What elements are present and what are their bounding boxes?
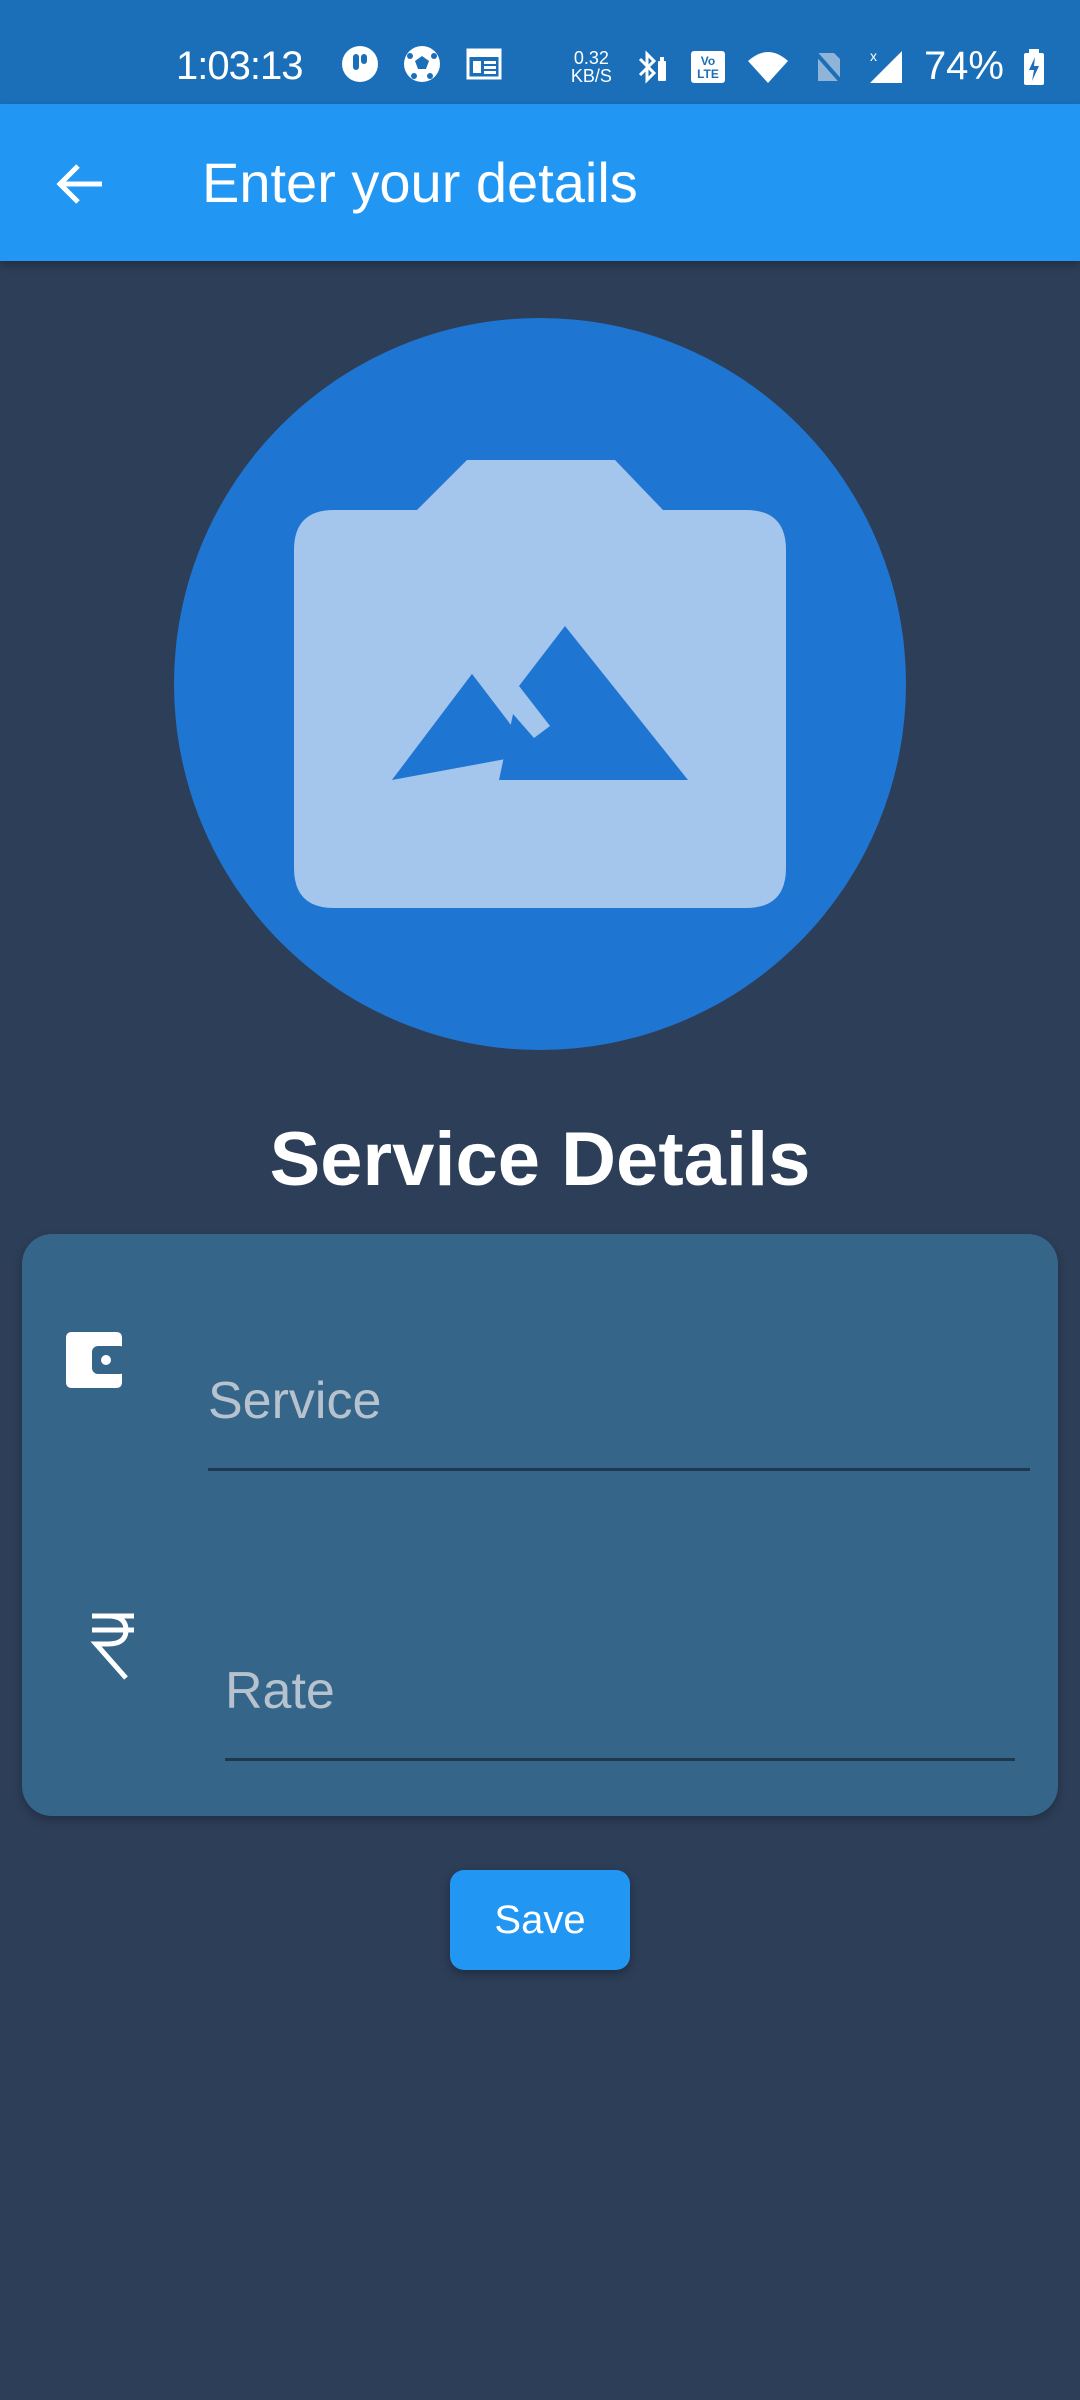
volte-icon: Vo LTE	[690, 50, 725, 83]
network-speed-value: 0.32	[573, 47, 609, 68]
wifi-icon	[747, 51, 788, 83]
battery-percent: 74%	[923, 44, 1004, 88]
status-time: 1:03:13	[176, 44, 303, 88]
status-notification-icons	[340, 44, 504, 84]
status-system-icons: 0.32 KB/S Vo LTE x 74%	[571, 44, 1046, 89]
battery-charging-icon	[1024, 48, 1044, 85]
camera-image-icon	[294, 460, 786, 908]
news-icon	[466, 48, 502, 80]
svg-text:x: x	[870, 48, 877, 64]
bluetooth-icon	[638, 49, 666, 84]
network-speed: 0.32 KB/S	[571, 49, 612, 85]
section-title: Service Details	[269, 1117, 811, 1202]
svg-text:Vo: Vo	[701, 54, 715, 68]
arrow-back-icon	[56, 164, 102, 204]
network-speed-unit: KB/S	[570, 65, 612, 86]
save-button[interactable]: Save	[450, 1870, 630, 1970]
rate-field	[22, 1524, 1058, 1764]
service-details-card	[22, 1234, 1058, 1816]
rate-input[interactable]	[225, 1624, 1015, 1761]
svg-text:LTE: LTE	[697, 67, 719, 81]
service-field	[22, 1234, 1058, 1474]
service-input[interactable]	[208, 1334, 1030, 1471]
notification-icon	[342, 46, 378, 82]
status-bar: 1:03:13 0.32 KB/S Vo LTE x 74%	[0, 0, 1080, 104]
rupee-icon	[90, 1613, 134, 1680]
app-bar: Enter your details	[0, 104, 1080, 261]
soccer-ball-icon	[404, 46, 440, 82]
page-title: Enter your details	[202, 151, 638, 214]
signal-icon: x	[869, 48, 902, 83]
back-button[interactable]	[40, 144, 120, 224]
wallet-icon	[66, 1332, 126, 1388]
image-picker[interactable]	[174, 318, 906, 1050]
no-sim-icon	[812, 49, 846, 86]
